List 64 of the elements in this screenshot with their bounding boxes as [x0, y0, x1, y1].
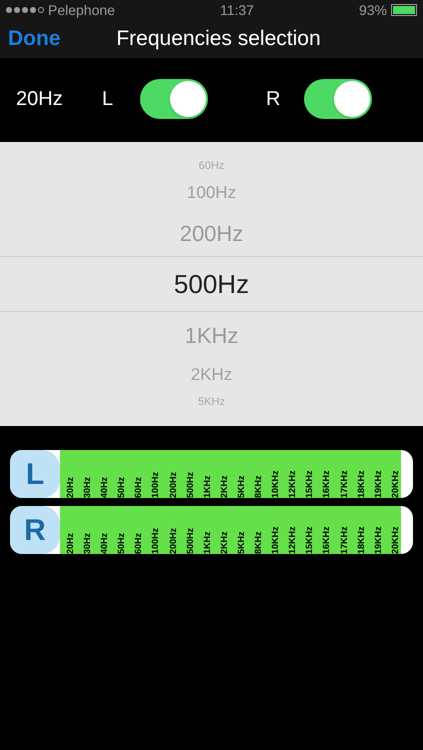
toggle-switch[interactable] — [304, 79, 372, 119]
picker-option[interactable]: 60Hz — [0, 156, 423, 176]
frequency-tick-label: 5KHz — [234, 474, 246, 498]
frequency-picker[interactable]: 60Hz 100Hz 200Hz 500Hz 1KHz 2KHz 5KHz — [0, 142, 423, 426]
frequency-strip[interactable]: L 20Hz 30Hz 40Hz 50Hz 60Hz 100Hz 200Hz 500Hz 1KHz 2KHz 5KHz 8KHz 10KHz 12KHz 15KHz 16KHz 17KHz 18KHz 19KHz 20KHz — [10, 450, 413, 498]
frequency-tick-label: 18KHz — [354, 525, 366, 554]
frequency-tick-label: 19KHz — [372, 469, 383, 498]
frequency-label: 20Hz — [16, 87, 64, 112]
frequency-tick-label: 5KHz — [234, 530, 246, 554]
frequency-tick-label: 500Hz — [184, 470, 195, 498]
frequency-tick-label: 60Hz — [132, 532, 144, 554]
frequency-tick-label: 18KHz — [354, 469, 366, 498]
frequency-tick-label: 40Hz — [98, 532, 110, 554]
frequency-tick-label: 10KHz — [269, 525, 280, 554]
picker-option[interactable]: 200Hz — [0, 210, 423, 256]
frequency-tick-label: 2KHz — [218, 474, 229, 498]
frequency-strip[interactable]: R 20Hz 30Hz 40Hz 50Hz 60Hz 100Hz 200Hz 500Hz 1KHz 2KHz 5KHz 8KHz 10KHz 12KHz 15KHz 16KHz 17KHz 18KHz 19KHz 20KHz — [10, 506, 413, 554]
frequency-tick-label: 1KHz — [200, 474, 212, 498]
channel-letter: R — [24, 512, 46, 548]
frequency-tick-label: 2KHz — [218, 530, 229, 554]
clock: 11:37 — [220, 0, 254, 20]
frequency-tick-label: 500Hz — [184, 526, 195, 554]
frequency-tick-label: 20Hz — [64, 476, 75, 498]
frequency-tick-label: 15KHz — [303, 525, 314, 554]
frequency-tick-label: 15KHz — [303, 469, 314, 498]
picker-option[interactable]: 1KHz — [0, 312, 423, 358]
frequency-tick-label: 17KHz — [338, 525, 348, 554]
channel-label: R — [266, 87, 282, 112]
frequency-tick-label: 60Hz — [132, 476, 144, 498]
battery-percent: 93% — [358, 0, 387, 20]
frequency-tick-label: 20KHz — [388, 469, 400, 498]
frequency-tick-label: 12KHz — [286, 469, 298, 498]
frequency-tick-label: 30Hz — [81, 476, 92, 498]
frequency-tick-label: 8KHz — [252, 474, 264, 498]
frequency-tick-label: 50Hz — [115, 532, 126, 554]
frequency-tick-label: 100Hz — [149, 526, 160, 554]
channel-label: L — [102, 87, 114, 112]
frequency-tick-label: 40Hz — [98, 476, 110, 498]
frequency-tick-label: 200Hz — [166, 470, 178, 498]
frequency-tick-label: 100Hz — [149, 470, 160, 498]
picker-option[interactable]: 500Hz — [0, 256, 423, 312]
picker-option[interactable]: 2KHz — [0, 358, 423, 392]
frequency-tick-label: 20KHz — [388, 525, 400, 554]
frequency-tick-label: 8KHz — [252, 530, 264, 554]
frequency-tick-label: 50Hz — [115, 476, 126, 498]
carrier-name: Pelephone — [48, 0, 115, 20]
frequency-tick-label: 16KHz — [320, 525, 332, 554]
done-button[interactable]: Done — [8, 23, 60, 55]
frequency-tick-label: 20Hz — [64, 532, 75, 554]
toggle-switch[interactable] — [140, 79, 208, 119]
frequency-tick-label: 10KHz — [269, 469, 280, 498]
frequency-tick-label: 16KHz — [320, 469, 332, 498]
frequency-tick-label: 17KHz — [338, 469, 348, 498]
frequency-tick-label: 30Hz — [81, 532, 92, 554]
battery-icon — [390, 4, 417, 16]
frequency-tick-label: 19KHz — [372, 525, 383, 554]
picker-option[interactable]: 100Hz — [0, 176, 423, 210]
channel-letter: L — [26, 456, 44, 492]
frequency-tick-label: 1KHz — [200, 530, 212, 554]
signal-icon — [6, 7, 44, 13]
frequency-tick-label: 200Hz — [166, 526, 178, 554]
picker-option[interactable]: 5KHz — [0, 392, 423, 412]
window-title: Frequencies selection — [115, 26, 321, 52]
frequency-tick-label: 12KHz — [286, 525, 298, 554]
